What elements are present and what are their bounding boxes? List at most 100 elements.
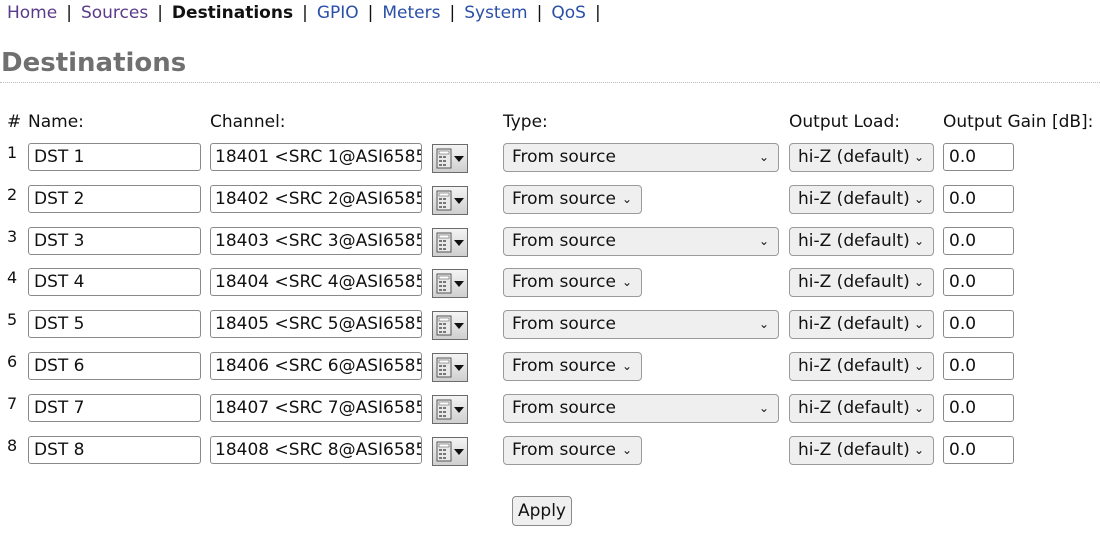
output-load-value: hi-Z (default) xyxy=(798,314,910,334)
output-gain-input[interactable]: 0.0 xyxy=(943,227,1014,255)
name-input[interactable]: DST 7 xyxy=(28,394,201,422)
type-select[interactable]: From source ⌄ xyxy=(503,310,779,339)
type-select-value: From source xyxy=(512,314,616,334)
channel-picker-icon xyxy=(436,273,464,294)
nav-separator: | xyxy=(536,3,543,23)
apply-button[interactable]: Apply xyxy=(512,496,572,526)
chevron-down-icon: ⌄ xyxy=(621,443,632,457)
output-gain-input[interactable]: 0.0 xyxy=(943,436,1014,464)
type-select[interactable]: From source ⌄ xyxy=(503,185,642,214)
table-row: 6 DST 6 18406 <SRC 6@ASI6585> From source ⌄ h… xyxy=(0,352,1100,388)
output-load-select[interactable]: hi-Z (default) ⌄ xyxy=(789,227,934,256)
type-select-value: From source xyxy=(512,440,616,460)
name-input[interactable]: DST 3 xyxy=(28,227,201,255)
table-row: 1 DST 1 18401 <SRC 1@ASI6585> From source ⌄ h… xyxy=(0,143,1100,179)
name-input[interactable]: DST 8 xyxy=(28,436,201,464)
type-select[interactable]: From source ⌄ xyxy=(503,436,642,465)
row-number: 8 xyxy=(7,436,18,455)
channel-input[interactable]: 18405 <SRC 5@ASI6585> xyxy=(210,310,422,338)
name-input[interactable]: DST 6 xyxy=(28,352,201,380)
output-gain-input[interactable]: 0.0 xyxy=(943,143,1014,171)
table-row: 4 DST 4 18404 <SRC 4@ASI6585> From source ⌄ h… xyxy=(0,268,1100,304)
output-load-value: hi-Z (default) xyxy=(798,356,910,376)
row-number: 5 xyxy=(7,310,18,329)
channel-picker-icon xyxy=(436,232,464,253)
channel-picker-button[interactable] xyxy=(432,269,468,298)
nav-link-sources[interactable]: Sources xyxy=(81,3,148,23)
top-nav: Home | Sources | Destinations | GPIO | Meters | Sy… xyxy=(7,2,610,24)
channel-picker-icon xyxy=(436,190,464,211)
output-gain-input[interactable]: 0.0 xyxy=(943,352,1014,380)
output-load-select[interactable]: hi-Z (default) ⌄ xyxy=(789,143,934,172)
channel-input[interactable]: 18406 <SRC 6@ASI6585> xyxy=(210,352,422,380)
output-load-value: hi-Z (default) xyxy=(798,440,910,460)
channel-picker-icon xyxy=(436,315,464,336)
nav-link-system[interactable]: System xyxy=(464,3,527,23)
chevron-down-icon: ⌄ xyxy=(621,359,632,373)
nav-link-home[interactable]: Home xyxy=(7,3,57,23)
name-input[interactable]: DST 5 xyxy=(28,310,201,338)
output-gain-input[interactable]: 0.0 xyxy=(943,394,1014,422)
name-input[interactable]: DST 2 xyxy=(28,185,201,213)
output-gain-input[interactable]: 0.0 xyxy=(943,268,1014,296)
table-row: 8 DST 8 18408 <SRC 8@ASI6585> From source ⌄ h… xyxy=(0,436,1100,472)
channel-input[interactable]: 18401 <SRC 1@ASI6585> xyxy=(210,143,422,171)
type-select-value: From source xyxy=(512,356,616,376)
type-select[interactable]: From source ⌄ xyxy=(503,227,779,256)
channel-picker-button[interactable] xyxy=(432,353,468,382)
nav-separator: | xyxy=(157,3,163,23)
output-load-select[interactable]: hi-Z (default) ⌄ xyxy=(789,394,934,423)
channel-picker-button[interactable] xyxy=(432,395,468,424)
name-input[interactable]: DST 1 xyxy=(28,143,201,171)
nav-link-meters[interactable]: Meters xyxy=(382,3,440,23)
output-load-select[interactable]: hi-Z (default) ⌄ xyxy=(789,436,934,465)
name-input[interactable]: DST 4 xyxy=(28,268,201,296)
chevron-down-icon: ⌄ xyxy=(621,275,632,289)
channel-picker-button[interactable] xyxy=(432,186,468,215)
output-load-select[interactable]: hi-Z (default) ⌄ xyxy=(789,268,934,297)
table-row: 7 DST 7 18407 <SRC 7@ASI6585> From source ⌄ h… xyxy=(0,394,1100,430)
output-gain-input[interactable]: 0.0 xyxy=(943,185,1014,213)
channel-input[interactable]: 18407 <SRC 7@ASI6585> xyxy=(210,394,422,422)
channel-picker-button[interactable] xyxy=(432,437,468,466)
type-select[interactable]: From source ⌄ xyxy=(503,268,642,297)
type-select[interactable]: From source ⌄ xyxy=(503,352,642,381)
chevron-down-icon: ⌄ xyxy=(758,234,769,248)
chevron-down-icon: ⌄ xyxy=(913,317,924,331)
table-row: 3 DST 3 18403 <SRC 3@ASI6585> From source ⌄ h… xyxy=(0,227,1100,263)
nav-link-qos[interactable]: QoS xyxy=(551,3,586,23)
output-load-select[interactable]: hi-Z (default) ⌄ xyxy=(789,310,934,339)
output-load-value: hi-Z (default) xyxy=(798,398,910,418)
channel-picker-button[interactable] xyxy=(432,144,468,173)
row-number: 4 xyxy=(7,268,18,287)
output-load-value: hi-Z (default) xyxy=(798,189,910,209)
channel-input[interactable]: 18402 <SRC 2@ASI6585> xyxy=(210,185,422,213)
chevron-down-icon: ⌄ xyxy=(913,192,924,206)
row-number: 2 xyxy=(7,185,18,204)
channel-input[interactable]: 18404 <SRC 4@ASI6585> xyxy=(210,268,422,296)
output-gain-input[interactable]: 0.0 xyxy=(943,310,1014,338)
chevron-down-icon: ⌄ xyxy=(913,359,924,373)
chevron-down-icon: ⌄ xyxy=(758,401,769,415)
col-header-channel: Channel: xyxy=(210,112,286,132)
type-select[interactable]: From source ⌄ xyxy=(503,394,779,423)
nav-separator: | xyxy=(302,3,308,23)
channel-input[interactable]: 18403 <SRC 3@ASI6585> xyxy=(210,227,422,255)
channel-picker-button[interactable] xyxy=(432,311,468,340)
channel-input[interactable]: 18408 <SRC 8@ASI6585> xyxy=(210,436,422,464)
channel-picker-icon xyxy=(436,399,464,420)
chevron-down-icon: ⌄ xyxy=(621,192,632,206)
channel-picker-button[interactable] xyxy=(432,228,468,257)
chevron-down-icon: ⌄ xyxy=(913,275,924,289)
row-number: 1 xyxy=(7,143,18,162)
nav-link-destinations[interactable]: Destinations xyxy=(172,3,293,23)
table-row: 5 DST 5 18405 <SRC 5@ASI6585> From source ⌄ h… xyxy=(0,310,1100,346)
channel-picker-icon xyxy=(436,148,464,169)
col-header-type: Type: xyxy=(503,112,548,132)
col-header-name: Name: xyxy=(28,112,84,132)
output-load-select[interactable]: hi-Z (default) ⌄ xyxy=(789,352,934,381)
type-select[interactable]: From source ⌄ xyxy=(503,143,779,172)
chevron-down-icon: ⌄ xyxy=(913,150,924,164)
output-load-select[interactable]: hi-Z (default) ⌄ xyxy=(789,185,934,214)
nav-link-gpio[interactable]: GPIO xyxy=(317,3,359,23)
